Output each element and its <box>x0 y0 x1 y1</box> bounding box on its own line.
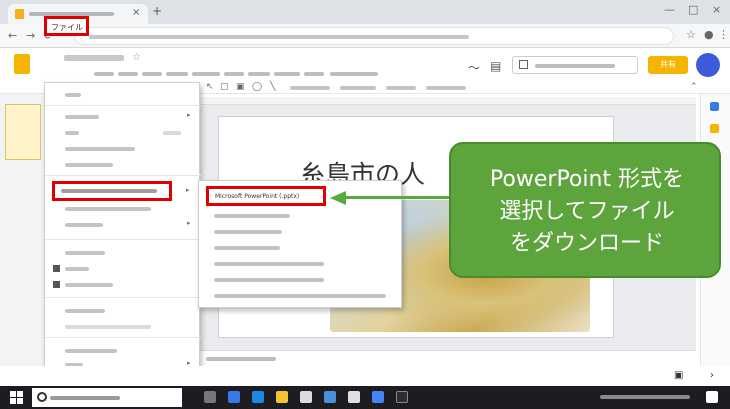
new-tab-icon[interactable]: + <box>152 4 162 18</box>
menu-item-download-label <box>61 189 157 193</box>
speaker-notes[interactable] <box>196 350 696 366</box>
expand-panel-icon[interactable]: › <box>710 370 714 381</box>
taskbar-app-3-icon[interactable] <box>396 391 408 403</box>
profile-icon[interactable]: ● <box>704 28 714 41</box>
screen: × + — □ × ← → ⟳ ☆ ● ⋮ ☆ 〜 ▤ <box>0 0 730 409</box>
menu-item-move[interactable] <box>45 263 201 275</box>
menu-item-open[interactable] <box>45 127 201 139</box>
chrome-icon[interactable] <box>372 391 384 403</box>
menu-file[interactable]: ファイル <box>44 16 89 36</box>
download-submenu-arrow-icon: ▸ <box>186 186 190 194</box>
menu-format[interactable] <box>166 72 188 76</box>
submenu-item-pptx[interactable]: Microsoft PowerPoint (.pptx) <box>206 186 326 206</box>
system-tray[interactable] <box>600 395 690 399</box>
menu-item-document-details[interactable] <box>45 345 201 357</box>
ruler <box>196 97 696 105</box>
menu-view[interactable] <box>118 72 138 76</box>
edge-icon[interactable] <box>252 391 264 403</box>
back-icon[interactable]: ← <box>8 29 17 42</box>
menu-item-publish[interactable] <box>45 305 201 317</box>
menu-item-import-slides[interactable] <box>45 143 201 155</box>
maximize-icon[interactable]: □ <box>688 3 698 16</box>
share-button[interactable]: 共有 <box>648 56 688 74</box>
shape-icon[interactable]: ◯ <box>252 82 262 92</box>
menu-addons[interactable] <box>274 72 300 76</box>
menu-insert[interactable] <box>142 72 162 76</box>
cursor-icon[interactable]: ↖ <box>206 82 214 92</box>
submenu-item-pptx-label: Microsoft PowerPoint (.pptx) <box>215 193 300 200</box>
notification-icon[interactable] <box>706 391 718 403</box>
present-icon <box>519 60 528 69</box>
menu-tools[interactable] <box>248 72 270 76</box>
callout-arrow-head <box>330 191 346 205</box>
tab-close-icon[interactable]: × <box>132 7 140 18</box>
doc-title[interactable] <box>64 55 124 61</box>
explorer-icon[interactable] <box>276 391 288 403</box>
line-icon[interactable]: ╲ <box>270 82 275 92</box>
menu-slide[interactable] <box>192 72 220 76</box>
taskbar-search-placeholder <box>50 396 120 400</box>
callout-line-1: PowerPoint 形式を <box>489 167 685 192</box>
slides-logo-icon[interactable] <box>14 54 30 74</box>
textbox-icon[interactable]: ▢ <box>220 82 229 92</box>
search-icon <box>37 392 47 402</box>
close-window-icon[interactable]: × <box>712 3 721 16</box>
editor-toolbar: ↖ ▢ ▣ ◯ ╲ ⌃ <box>200 80 700 98</box>
menu-item-make-copy[interactable] <box>45 159 201 171</box>
store-icon[interactable] <box>300 391 312 403</box>
minimize-icon[interactable]: — <box>664 3 675 16</box>
menu-item-share[interactable] <box>45 89 201 101</box>
speaker-notes-placeholder <box>206 357 276 361</box>
menu-edit[interactable] <box>94 72 114 76</box>
callout-line-3: をダウンロード <box>509 231 664 256</box>
avatar[interactable] <box>696 53 720 77</box>
present-button[interactable] <box>512 56 638 74</box>
mail-icon[interactable] <box>324 391 336 403</box>
file-menu-dropdown: ▸ ▸ ▸ <box>44 82 201 370</box>
browser-tab-bar: × + — □ × <box>0 0 730 24</box>
toolbar-theme[interactable] <box>386 86 416 90</box>
taskbar-search[interactable] <box>32 388 182 407</box>
star-bookmark-icon[interactable]: ☆ <box>686 28 696 41</box>
menu-file-label: ファイル <box>51 23 83 32</box>
menu-item-rename[interactable] <box>45 247 201 259</box>
taskbar-app-1-icon[interactable] <box>228 391 240 403</box>
collapse-icon[interactable]: ⌃ <box>690 82 698 92</box>
toolbar-transition[interactable] <box>426 86 466 90</box>
callout-box: PowerPoint 形式を 選択してファイル をダウンロード <box>449 142 721 278</box>
toolbar-background[interactable] <box>290 86 330 90</box>
callout-line-2: 選択してファイル <box>499 199 675 224</box>
present-label <box>535 64 615 68</box>
menu-item-email-collaborators[interactable] <box>45 203 201 215</box>
slides-favicon-icon <box>15 9 24 19</box>
activity-icon[interactable]: 〜 <box>468 59 480 76</box>
menu-item-new[interactable]: ▸ <box>45 111 201 123</box>
url-text <box>89 35 469 39</box>
taskbar-app-2-icon[interactable] <box>348 391 360 403</box>
windows-start-icon[interactable] <box>10 391 23 404</box>
toolbar-layout[interactable] <box>340 86 376 90</box>
keep-icon[interactable] <box>710 124 719 133</box>
browser-nav-bar: ← → ⟳ ☆ ● ⋮ <box>0 24 730 48</box>
menu-item-move-to-trash[interactable] <box>45 279 201 291</box>
menu-item-download[interactable] <box>52 181 172 201</box>
task-view-icon[interactable] <box>204 391 216 403</box>
menu-arrange[interactable] <box>224 72 244 76</box>
address-bar[interactable] <box>74 27 674 45</box>
star-icon[interactable]: ☆ <box>132 52 141 63</box>
last-edit-info[interactable] <box>330 72 378 76</box>
menu-item-publish-sub[interactable] <box>45 321 201 333</box>
windows-taskbar <box>0 386 730 409</box>
explore-icon[interactable]: ▣ <box>674 370 683 381</box>
callout-arrow <box>344 196 452 199</box>
menu-item-email-attachment[interactable]: ▸ <box>45 219 201 231</box>
browser-menu-icon[interactable]: ⋮ <box>718 28 729 41</box>
image-icon[interactable]: ▣ <box>236 82 245 92</box>
comments-icon[interactable]: ▤ <box>490 59 501 73</box>
slide-thumbnail[interactable] <box>5 104 41 160</box>
forward-icon[interactable]: → <box>26 29 35 42</box>
menu-help[interactable] <box>304 72 324 76</box>
calendar-icon[interactable] <box>710 102 719 111</box>
editor-bottom <box>0 366 730 386</box>
